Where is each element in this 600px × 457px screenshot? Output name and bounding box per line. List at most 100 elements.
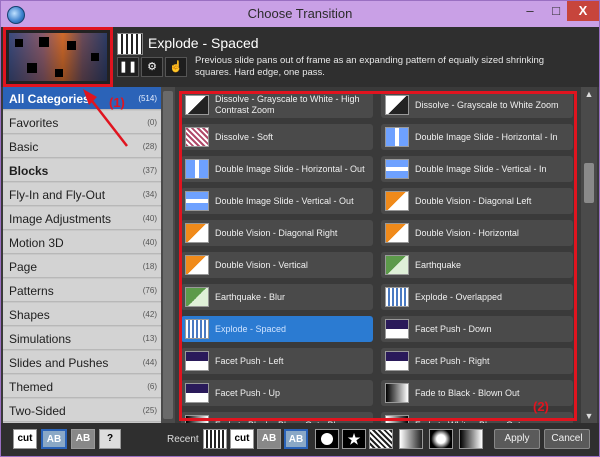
effect-title: Explode - Spaced	[148, 35, 259, 51]
transition-tile[interactable]: Earthquake - Blur	[181, 284, 373, 310]
category-page[interactable]: Page (18)	[3, 255, 161, 278]
explode-icon	[117, 33, 143, 55]
recent-ab-selected-button[interactable]: AB	[284, 429, 308, 449]
recent-wipe-icon[interactable]	[399, 429, 423, 449]
category-label: Slides and Pushes	[9, 356, 109, 370]
transition-label: Double Image Slide - Vertical - Out	[215, 195, 354, 206]
minimize-button[interactable]: –	[517, 1, 543, 21]
category-shapes[interactable]: Shapes (42)	[3, 303, 161, 326]
apply-button[interactable]: Apply	[494, 429, 540, 449]
transition-tile[interactable]: Explode - Overlapped	[381, 284, 573, 310]
double-vision-icon	[385, 223, 409, 243]
transition-scrollbar[interactable]: ▲ ▼	[581, 87, 597, 423]
choose-transition-window: Choose Transition – □ X Explode - Spaced…	[0, 0, 600, 457]
category-favorites[interactable]: Favorites (0)	[3, 111, 161, 134]
cancel-button[interactable]: Cancel	[544, 429, 590, 449]
close-button[interactable]: X	[567, 1, 599, 21]
title-bar: Choose Transition – □ X	[1, 1, 599, 27]
explode-icon	[185, 319, 209, 339]
transition-tile[interactable]: Dissolve - Grayscale to White - High Con…	[181, 92, 373, 118]
transition-scroll-thumb[interactable]	[584, 163, 594, 203]
category-count: (25)	[142, 406, 157, 415]
double-slide-icon	[185, 191, 209, 211]
category-count: (42)	[142, 310, 157, 319]
category-blocks[interactable]: Blocks (37)	[3, 159, 161, 182]
category-scroll-thumb[interactable]	[163, 91, 173, 419]
recent-iris-icon[interactable]	[429, 429, 453, 449]
transition-tile[interactable]: Double Image Slide - Vertical - Out	[181, 188, 373, 214]
category-themed[interactable]: Themed (6)	[3, 375, 161, 398]
preview-image	[9, 33, 107, 81]
category-count: (0)	[147, 118, 157, 127]
transition-label: Facet Push - Up	[215, 387, 281, 398]
transition-tile[interactable]: Double Vision - Diagonal Left	[381, 188, 573, 214]
help-button[interactable]: ?	[99, 429, 121, 449]
transition-tile[interactable]: Double Vision - Horizontal	[381, 220, 573, 246]
category-image-adjustments[interactable]: Image Adjustments (40)	[3, 207, 161, 230]
transition-label: Dissolve - Grayscale to White - High Con…	[215, 94, 360, 115]
fade-icon	[385, 383, 409, 403]
transition-tile[interactable]: Double Image Slide - Horizontal - Out	[181, 156, 373, 182]
category-label: Basic	[9, 140, 39, 154]
maximize-button[interactable]: □	[543, 1, 569, 21]
category-motion-3d[interactable]: Motion 3D (40)	[3, 231, 161, 254]
transition-tile[interactable]: Double Image Slide - Horizontal - In	[381, 124, 573, 150]
cut-transition-button[interactable]: cut	[13, 429, 37, 449]
scroll-down-icon[interactable]: ▼	[581, 409, 597, 423]
category-simulations[interactable]: Simulations (13)	[3, 327, 161, 350]
recent-dissolve-icon[interactable]	[369, 429, 393, 449]
transition-tile[interactable]: Facet Push - Left	[181, 348, 373, 374]
transition-label: Explode - Overlapped	[415, 291, 503, 302]
transition-label: Earthquake - Blur	[215, 291, 286, 302]
transition-tile[interactable]: Double Vision - Diagonal Right	[181, 220, 373, 246]
category-label: Simulations	[9, 332, 72, 346]
category-count: (76)	[142, 286, 157, 295]
recent-cut-button[interactable]: cut	[230, 429, 254, 449]
double-slide-icon	[185, 159, 209, 179]
category-list: All Categories (514) Favorites (0) Basic…	[3, 87, 161, 423]
transition-tile[interactable]: Dissolve - Soft	[181, 124, 373, 150]
double-vision-icon	[185, 223, 209, 243]
recent-ab-button[interactable]: AB	[257, 429, 281, 449]
crossfade-button[interactable]: AB	[41, 429, 67, 449]
transition-label: Double Image Slide - Horizontal - Out	[215, 163, 365, 174]
recent-star-icon[interactable]: ★	[342, 429, 366, 449]
category-all-categories[interactable]: All Categories (514)	[3, 87, 161, 110]
preview-thumbnail[interactable]	[3, 27, 113, 87]
transition-label: Double Image Slide - Horizontal - In	[415, 131, 558, 142]
category-two-sided[interactable]: Two-Sided (25)	[3, 399, 161, 422]
category-scrollbar[interactable]	[161, 87, 175, 423]
transition-tile-selected[interactable]: Explode - Spaced	[181, 316, 373, 342]
transition-label: Double Vision - Diagonal Right	[215, 227, 338, 238]
double-slide-icon	[385, 159, 409, 179]
category-slides-and-pushes[interactable]: Slides and Pushes (44)	[3, 351, 161, 374]
transition-tile[interactable]: Facet Push - Right	[381, 348, 573, 374]
category-patterns[interactable]: Patterns (76)	[3, 279, 161, 302]
category-fly-in-fly-out[interactable]: Fly-In and Fly-Out (34)	[3, 183, 161, 206]
transition-label: Double Image Slide - Vertical - In	[415, 163, 547, 174]
hand-tool-button[interactable]: ☝	[165, 57, 187, 77]
recent-fade-icon[interactable]	[459, 429, 483, 449]
category-basic[interactable]: Basic (28)	[3, 135, 161, 158]
facet-push-icon	[185, 351, 209, 371]
footer-toolbar: cut AB AB ? Recent cut AB AB ★ Apply Can…	[1, 423, 599, 456]
category-count: (514)	[138, 94, 157, 103]
dissolve-soft-icon	[185, 127, 209, 147]
scroll-up-icon[interactable]: ▲	[581, 87, 597, 101]
transition-tile[interactable]: Facet Push - Up	[181, 380, 373, 406]
transition-tile[interactable]: Earthquake	[381, 252, 573, 278]
transition-label: Facet Push - Down	[415, 323, 492, 334]
random-transition-button[interactable]: AB	[71, 429, 95, 449]
recent-circle-icon[interactable]	[315, 429, 339, 449]
transition-label: Double Vision - Diagonal Left	[415, 195, 532, 206]
category-label: Blocks	[9, 164, 49, 178]
pause-button[interactable]: ❚❚	[117, 57, 139, 77]
transition-label: Dissolve - Grayscale to White Zoom	[415, 99, 559, 110]
transition-tile[interactable]: Double Vision - Vertical	[181, 252, 373, 278]
transition-tile[interactable]: Dissolve - Grayscale to White Zoom	[381, 92, 573, 118]
settings-button[interactable]: ⚙	[141, 57, 163, 77]
effect-description: Previous slide pans out of frame as an e…	[195, 55, 545, 78]
recent-explode-icon[interactable]	[203, 429, 227, 449]
transition-tile[interactable]: Facet Push - Down	[381, 316, 573, 342]
transition-tile[interactable]: Double Image Slide - Vertical - In	[381, 156, 573, 182]
